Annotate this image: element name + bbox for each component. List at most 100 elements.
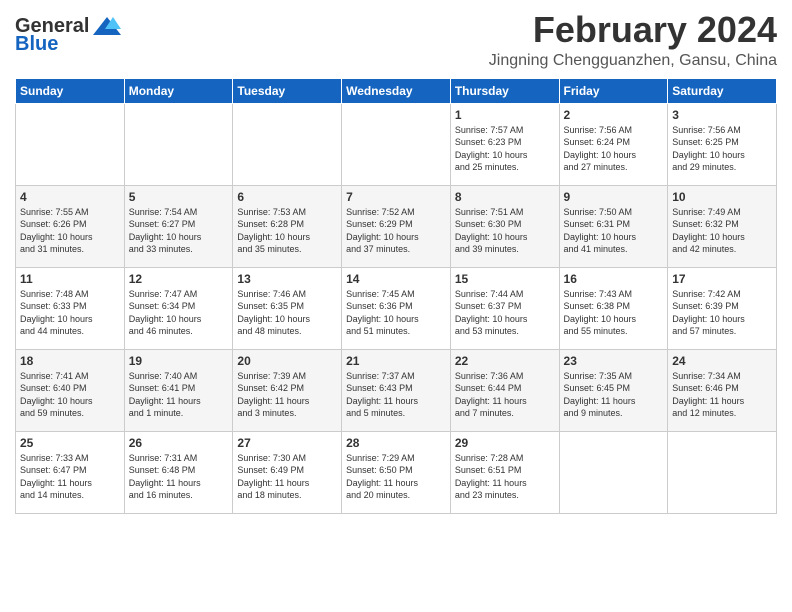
day-info: Sunrise: 7:45 AM Sunset: 6:36 PM Dayligh… xyxy=(346,288,446,338)
day-number: 24 xyxy=(672,354,772,368)
day-info: Sunrise: 7:40 AM Sunset: 6:41 PM Dayligh… xyxy=(129,370,229,420)
day-number: 21 xyxy=(346,354,446,368)
day-info: Sunrise: 7:53 AM Sunset: 6:28 PM Dayligh… xyxy=(237,206,337,256)
day-number: 12 xyxy=(129,272,229,286)
day-info: Sunrise: 7:54 AM Sunset: 6:27 PM Dayligh… xyxy=(129,206,229,256)
calendar-cell: 5 Sunrise: 7:54 AM Sunset: 6:27 PM Daylig… xyxy=(124,185,233,267)
calendar-cell: 8 Sunrise: 7:51 AM Sunset: 6:30 PM Daylig… xyxy=(450,185,559,267)
calendar-cell xyxy=(559,431,668,513)
weekday-header-friday: Friday xyxy=(559,78,668,103)
calendar-cell: 9 Sunrise: 7:50 AM Sunset: 6:31 PM Daylig… xyxy=(559,185,668,267)
calendar-week-row: 4Sunrise: 7:55 AM Sunset: 6:26 PM Daylig… xyxy=(16,185,777,267)
day-number: 16 xyxy=(564,272,664,286)
weekday-header-monday: Monday xyxy=(124,78,233,103)
calendar-cell: 1 Sunrise: 7:57 AM Sunset: 6:23 PM Daylig… xyxy=(450,103,559,185)
day-info: Sunrise: 7:56 AM Sunset: 6:24 PM Dayligh… xyxy=(564,124,664,174)
calendar-week-row: 25 Sunrise: 7:33 AM Sunset: 6:47 PM Dayli… xyxy=(16,431,777,513)
day-info: Sunrise: 7:48 AM Sunset: 6:33 PM Dayligh… xyxy=(20,288,120,338)
logo-subtext: Blue xyxy=(15,33,58,56)
logo-icon xyxy=(91,15,123,37)
day-number: 19 xyxy=(129,354,229,368)
calendar-cell: 28Sunrise: 7:29 AM Sunset: 6:50 PM Dayli… xyxy=(342,431,451,513)
calendar-cell: 17 Sunrise: 7:42 AM Sunset: 6:39 PM Dayli… xyxy=(668,267,777,349)
calendar-cell: 23 Sunrise: 7:35 AM Sunset: 6:45 PM Dayli… xyxy=(559,349,668,431)
day-number: 18 xyxy=(20,354,120,368)
calendar-cell: 12 Sunrise: 7:47 AM Sunset: 6:34 PM Dayli… xyxy=(124,267,233,349)
day-number: 4 xyxy=(20,190,120,204)
calendar-cell: 24 Sunrise: 7:34 AM Sunset: 6:46 PM Dayli… xyxy=(668,349,777,431)
calendar-table: SundayMondayTuesdayWednesdayThursdayFrid… xyxy=(15,78,777,514)
calendar-cell xyxy=(124,103,233,185)
day-info: Sunrise: 7:56 AM Sunset: 6:25 PM Dayligh… xyxy=(672,124,772,174)
day-info: Sunrise: 7:49 AM Sunset: 6:32 PM Dayligh… xyxy=(672,206,772,256)
calendar-cell: 4Sunrise: 7:55 AM Sunset: 6:26 PM Daylig… xyxy=(16,185,125,267)
calendar-cell: 27 Sunrise: 7:30 AM Sunset: 6:49 PM Dayli… xyxy=(233,431,342,513)
day-number: 1 xyxy=(455,108,555,122)
title-area: February 2024 Jingning Chengguanzhen, Ga… xyxy=(489,10,777,70)
day-number: 2 xyxy=(564,108,664,122)
calendar-cell: 10 Sunrise: 7:49 AM Sunset: 6:32 PM Dayli… xyxy=(668,185,777,267)
day-number: 9 xyxy=(564,190,664,204)
day-number: 6 xyxy=(237,190,337,204)
day-number: 26 xyxy=(129,436,229,450)
month-year-title: February 2024 xyxy=(489,10,777,50)
day-number: 10 xyxy=(672,190,772,204)
calendar-cell xyxy=(233,103,342,185)
day-info: Sunrise: 7:36 AM Sunset: 6:44 PM Dayligh… xyxy=(455,370,555,420)
calendar-cell: 14 Sunrise: 7:45 AM Sunset: 6:36 PM Dayli… xyxy=(342,267,451,349)
day-number: 5 xyxy=(129,190,229,204)
day-info: Sunrise: 7:44 AM Sunset: 6:37 PM Dayligh… xyxy=(455,288,555,338)
calendar-cell: 7Sunrise: 7:52 AM Sunset: 6:29 PM Daylig… xyxy=(342,185,451,267)
calendar-week-row: 1 Sunrise: 7:57 AM Sunset: 6:23 PM Daylig… xyxy=(16,103,777,185)
day-info: Sunrise: 7:28 AM Sunset: 6:51 PM Dayligh… xyxy=(455,452,555,502)
day-number: 22 xyxy=(455,354,555,368)
calendar-cell: 20 Sunrise: 7:39 AM Sunset: 6:42 PM Dayli… xyxy=(233,349,342,431)
day-info: Sunrise: 7:39 AM Sunset: 6:42 PM Dayligh… xyxy=(237,370,337,420)
day-info: Sunrise: 7:47 AM Sunset: 6:34 PM Dayligh… xyxy=(129,288,229,338)
weekday-header-wednesday: Wednesday xyxy=(342,78,451,103)
day-number: 28 xyxy=(346,436,446,450)
calendar-cell: 22 Sunrise: 7:36 AM Sunset: 6:44 PM Dayli… xyxy=(450,349,559,431)
day-number: 15 xyxy=(455,272,555,286)
day-info: Sunrise: 7:41 AM Sunset: 6:40 PM Dayligh… xyxy=(20,370,120,420)
day-info: Sunrise: 7:43 AM Sunset: 6:38 PM Dayligh… xyxy=(564,288,664,338)
weekday-header-thursday: Thursday xyxy=(450,78,559,103)
calendar-week-row: 11 Sunrise: 7:48 AM Sunset: 6:33 PM Dayli… xyxy=(16,267,777,349)
day-info: Sunrise: 7:57 AM Sunset: 6:23 PM Dayligh… xyxy=(455,124,555,174)
calendar-cell: 3 Sunrise: 7:56 AM Sunset: 6:25 PM Daylig… xyxy=(668,103,777,185)
day-number: 20 xyxy=(237,354,337,368)
day-info: Sunrise: 7:31 AM Sunset: 6:48 PM Dayligh… xyxy=(129,452,229,502)
calendar-cell xyxy=(16,103,125,185)
calendar-cell: 6 Sunrise: 7:53 AM Sunset: 6:28 PM Daylig… xyxy=(233,185,342,267)
calendar-cell: 13Sunrise: 7:46 AM Sunset: 6:35 PM Dayli… xyxy=(233,267,342,349)
day-info: Sunrise: 7:42 AM Sunset: 6:39 PM Dayligh… xyxy=(672,288,772,338)
day-info: Sunrise: 7:51 AM Sunset: 6:30 PM Dayligh… xyxy=(455,206,555,256)
calendar-week-row: 18 Sunrise: 7:41 AM Sunset: 6:40 PM Dayli… xyxy=(16,349,777,431)
calendar-cell: 19 Sunrise: 7:40 AM Sunset: 6:41 PM Dayli… xyxy=(124,349,233,431)
day-number: 3 xyxy=(672,108,772,122)
calendar-cell: 2 Sunrise: 7:56 AM Sunset: 6:24 PM Daylig… xyxy=(559,103,668,185)
day-number: 27 xyxy=(237,436,337,450)
calendar-header-row: SundayMondayTuesdayWednesdayThursdayFrid… xyxy=(16,78,777,103)
day-info: Sunrise: 7:50 AM Sunset: 6:31 PM Dayligh… xyxy=(564,206,664,256)
day-number: 8 xyxy=(455,190,555,204)
day-number: 14 xyxy=(346,272,446,286)
calendar-cell: 25 Sunrise: 7:33 AM Sunset: 6:47 PM Dayli… xyxy=(16,431,125,513)
logo: General Blue xyxy=(15,10,123,56)
day-number: 11 xyxy=(20,272,120,286)
day-info: Sunrise: 7:33 AM Sunset: 6:47 PM Dayligh… xyxy=(20,452,120,502)
day-info: Sunrise: 7:30 AM Sunset: 6:49 PM Dayligh… xyxy=(237,452,337,502)
day-info: Sunrise: 7:34 AM Sunset: 6:46 PM Dayligh… xyxy=(672,370,772,420)
weekday-header-tuesday: Tuesday xyxy=(233,78,342,103)
calendar-cell: 18 Sunrise: 7:41 AM Sunset: 6:40 PM Dayli… xyxy=(16,349,125,431)
day-info: Sunrise: 7:35 AM Sunset: 6:45 PM Dayligh… xyxy=(564,370,664,420)
calendar-cell: 21 Sunrise: 7:37 AM Sunset: 6:43 PM Dayli… xyxy=(342,349,451,431)
day-number: 25 xyxy=(20,436,120,450)
day-number: 13 xyxy=(237,272,337,286)
calendar-cell: 29Sunrise: 7:28 AM Sunset: 6:51 PM Dayli… xyxy=(450,431,559,513)
day-number: 7 xyxy=(346,190,446,204)
day-number: 17 xyxy=(672,272,772,286)
day-info: Sunrise: 7:37 AM Sunset: 6:43 PM Dayligh… xyxy=(346,370,446,420)
calendar-cell xyxy=(342,103,451,185)
day-number: 23 xyxy=(564,354,664,368)
